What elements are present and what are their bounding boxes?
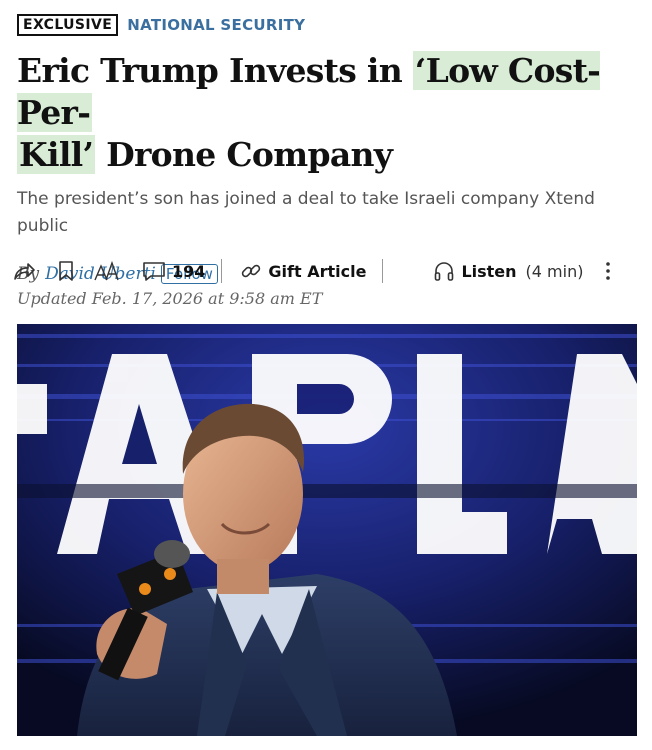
- headline: Eric Trump Invests in ‘Low Cost-Per- Kill…: [17, 50, 637, 176]
- exclusive-badge: EXCLUSIVE: [17, 14, 119, 36]
- comment-count[interactable]: 194: [172, 262, 205, 281]
- article-flags: EXCLUSIVE NATIONAL SECURITY: [17, 12, 637, 38]
- listen-duration: (4 min): [525, 261, 584, 281]
- toolbar-divider: [382, 259, 384, 283]
- share-icon[interactable]: [12, 260, 36, 282]
- section-link[interactable]: NATIONAL SECURITY: [127, 16, 305, 34]
- text-size-icon[interactable]: [94, 260, 120, 282]
- headline-part2: Drone Company: [95, 135, 393, 174]
- article-toolbar: 194 Gift Article Listen (4 min): [12, 256, 612, 286]
- comment-icon[interactable]: [142, 260, 166, 282]
- headline-part1: Eric Trump Invests in: [17, 51, 413, 90]
- headphones-icon[interactable]: [433, 260, 455, 282]
- photo-eric-trump-speaking: [17, 324, 637, 736]
- more-options-icon[interactable]: [605, 260, 611, 282]
- updated-timestamp: Updated Feb. 17, 2026 at 9:58 am ET: [17, 289, 323, 308]
- listen-button[interactable]: Listen: [461, 262, 516, 281]
- bookmark-icon[interactable]: [58, 260, 74, 282]
- link-icon[interactable]: [240, 260, 262, 282]
- article-photo: [17, 324, 637, 736]
- gift-article-button[interactable]: Gift Article: [268, 262, 366, 281]
- toolbar-divider: [221, 259, 223, 283]
- article-dek: The president’s son has joined a deal to…: [17, 189, 595, 236]
- headline-highlight-2: Kill’: [17, 135, 96, 174]
